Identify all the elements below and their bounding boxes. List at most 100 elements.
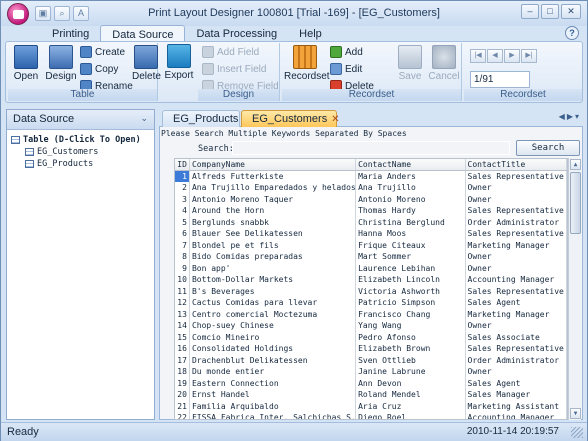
tab-scroll-arrows[interactable]: ◀▶▾ xyxy=(559,112,581,121)
scroll-down-icon[interactable]: ▼ xyxy=(570,408,581,419)
recordset-button[interactable]: Recordset xyxy=(284,45,330,82)
tree-item-eg-customers[interactable]: EG_Customers xyxy=(11,146,150,158)
table-cell[interactable]: 9 xyxy=(175,262,190,274)
tree-root[interactable]: Table (D-Click To Open) xyxy=(11,134,150,146)
table-cell[interactable]: Thomas Hardy xyxy=(356,205,466,217)
table-cell[interactable]: FISSA Fabrica Inter. Salchichas S.A. xyxy=(190,412,357,419)
table-row[interactable]: 13 Centro comercial Moctezuma Francisco Ch… xyxy=(175,308,567,320)
table-cell[interactable]: Bottom-Dollar Markets xyxy=(190,274,357,286)
column-header-id[interactable]: ID xyxy=(175,159,190,170)
table-cell[interactable]: Sales Agent xyxy=(466,297,567,309)
table-cell[interactable]: Order Administrator xyxy=(466,354,567,366)
table-cell[interactable]: Patricio Simpson xyxy=(356,297,466,309)
table-cell[interactable]: Maria Anders xyxy=(356,170,466,182)
table-cell[interactable]: Owner xyxy=(466,193,567,205)
table-row[interactable]: 7 Blondel pe et fils Frique Citeaux Marketi… xyxy=(175,239,567,251)
table-cell[interactable]: Ana Trujillo Emparedados y helados xyxy=(190,182,357,194)
table-cell[interactable]: 8 xyxy=(175,251,190,263)
table-cell[interactable]: Elizabeth Lincoln xyxy=(356,274,466,286)
table-cell[interactable]: Centro comercial Moctezuma xyxy=(190,308,357,320)
table-cell[interactable]: Victoria Ashworth xyxy=(356,285,466,297)
doc-tab-eg-products[interactable]: EG_Products xyxy=(162,110,240,127)
scroll-up-icon[interactable]: ▲ xyxy=(570,159,581,170)
table-row[interactable]: 19 Eastern Connection Ann Devon Sales Agent xyxy=(175,377,567,389)
table-cell[interactable]: Christina Berglund xyxy=(356,216,466,228)
table-cell[interactable]: 6 xyxy=(175,228,190,240)
table-cell[interactable]: Marketing Manager xyxy=(466,239,567,251)
table-cell[interactable]: Bon app' xyxy=(190,262,357,274)
tab-data-processing[interactable]: Data Processing xyxy=(185,25,288,42)
table-row[interactable]: 3 Antonio Moreno Taquer Antonio Moreno Owne… xyxy=(175,193,567,205)
table-cell[interactable]: Eastern Connection xyxy=(190,377,357,389)
table-cell[interactable]: Cactus Comidas para llevar xyxy=(190,297,357,309)
table-row[interactable]: 22 FISSA Fabrica Inter. Salchichas S.A. Di… xyxy=(175,412,567,419)
tab-help[interactable]: Help xyxy=(288,25,333,42)
table-cell[interactable]: Consolidated Holdings xyxy=(190,343,357,355)
next-record-icon[interactable]: ▶ xyxy=(504,49,520,63)
design-button[interactable]: Design xyxy=(44,45,78,82)
tab-data-source[interactable]: Data Source xyxy=(100,25,186,42)
table-row[interactable]: 18 Du monde entier Janine Labrune Owner xyxy=(175,366,567,378)
column-header-contacttitle[interactable]: ContactTitle xyxy=(466,159,567,170)
search-button[interactable]: Search xyxy=(516,140,580,156)
table-cell[interactable]: Sales Representative xyxy=(466,285,567,297)
table-cell[interactable]: Janine Labrune xyxy=(356,366,466,378)
prev-record-icon[interactable]: ◀ xyxy=(487,49,503,63)
close-button[interactable]: ✕ xyxy=(561,4,581,19)
table-cell[interactable]: Pedro Afonso xyxy=(356,331,466,343)
table-cell[interactable]: Familia Arquibaldo xyxy=(190,400,357,412)
save-record-button[interactable]: Save xyxy=(396,45,424,82)
table-cell[interactable]: Sales Representative xyxy=(466,205,567,217)
table-row[interactable]: 16 Consolidated Holdings Elizabeth Brown Sa… xyxy=(175,343,567,355)
table-cell[interactable]: Owner xyxy=(466,251,567,263)
delete-table-button[interactable]: Delete xyxy=(132,45,161,82)
column-header-companyname[interactable]: CompanyName xyxy=(190,159,357,170)
table-row[interactable]: 12 Cactus Comidas para llevar Patricio Sim… xyxy=(175,297,567,309)
close-tab-icon[interactable]: ✕ xyxy=(331,114,339,125)
table-cell[interactable]: Sven Ottlieb xyxy=(356,354,466,366)
table-row[interactable]: 14 Chop-suey Chinese Yang Wang Owner xyxy=(175,320,567,332)
last-record-icon[interactable]: ▶| xyxy=(521,49,537,63)
table-cell[interactable]: Owner xyxy=(466,182,567,194)
table-cell[interactable]: 7 xyxy=(175,239,190,251)
table-cell[interactable]: 22 xyxy=(175,412,190,419)
table-row[interactable]: 17 Drachenblut Delikatessen Sven Ottlieb Or… xyxy=(175,354,567,366)
table-cell[interactable]: Ann Devon xyxy=(356,377,466,389)
table-cell[interactable]: Bido Comidas preparadas xyxy=(190,251,357,263)
doc-tab-eg-customers[interactable]: EG_Customers ✕ xyxy=(241,110,340,127)
tab-printing[interactable]: Printing xyxy=(41,25,100,42)
table-cell[interactable]: 19 xyxy=(175,377,190,389)
open-button[interactable]: Open xyxy=(12,45,40,82)
table-cell[interactable]: Hanna Moos xyxy=(356,228,466,240)
maximize-button[interactable]: □ xyxy=(541,4,559,19)
table-cell[interactable]: Owner xyxy=(466,366,567,378)
search-input[interactable] xyxy=(232,141,510,155)
insert-field-button[interactable]: Insert Field xyxy=(202,63,266,75)
table-cell[interactable]: Blauer See Delikatessen xyxy=(190,228,357,240)
table-cell[interactable]: Around the Horn xyxy=(190,205,357,217)
table-row[interactable]: 1 Alfreds Futterkiste Maria Anders Sales Re… xyxy=(175,170,567,182)
table-cell[interactable]: Comcio Mineiro xyxy=(190,331,357,343)
table-cell[interactable]: Antonio Moreno xyxy=(356,193,466,205)
table-cell[interactable]: Blondel pe et fils xyxy=(190,239,357,251)
table-cell[interactable]: Yang Wang xyxy=(356,320,466,332)
table-row[interactable]: 21 Familia Arquibaldo Aria Cruz Marketing A… xyxy=(175,400,567,412)
create-button[interactable]: Create xyxy=(80,46,125,58)
table-cell[interactable]: Antonio Moreno Taquer xyxy=(190,193,357,205)
resize-grip[interactable] xyxy=(571,427,583,438)
table-cell[interactable]: Laurence Lebihan xyxy=(356,262,466,274)
table-cell[interactable]: Mart Sommer xyxy=(356,251,466,263)
table-row[interactable]: 4 Around the Horn Thomas Hardy Sales Repres… xyxy=(175,205,567,217)
table-cell[interactable]: Marketing Manager xyxy=(466,308,567,320)
table-cell[interactable]: Sales Representative xyxy=(466,343,567,355)
minimize-button[interactable]: – xyxy=(521,4,539,19)
table-cell[interactable]: Sales Manager xyxy=(466,389,567,401)
table-cell[interactable]: Owner xyxy=(466,262,567,274)
scroll-thumb[interactable] xyxy=(570,172,581,234)
table-cell[interactable]: 11 xyxy=(175,285,190,297)
table-cell[interactable]: 16 xyxy=(175,343,190,355)
table-cell[interactable]: Accounting Manager xyxy=(466,274,567,286)
table-row[interactable]: 15 Comcio Mineiro Pedro Afonso Sales Associ… xyxy=(175,331,567,343)
export-button[interactable]: Export xyxy=(164,44,194,81)
table-cell[interactable]: 3 xyxy=(175,193,190,205)
